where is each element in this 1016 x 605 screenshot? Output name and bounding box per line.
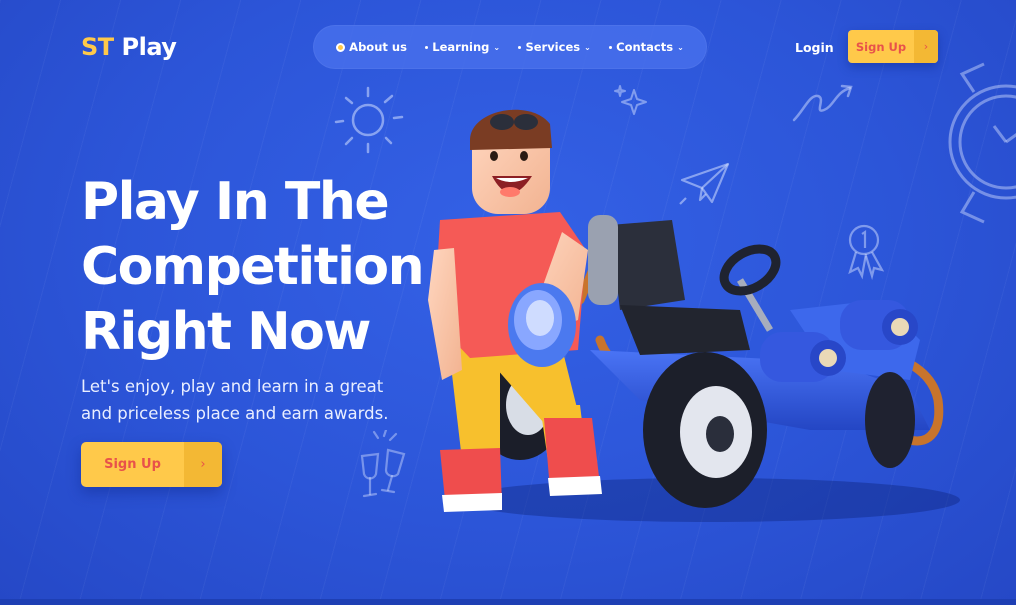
chevron-down-icon: ⌄: [493, 42, 501, 52]
hero-signup-button[interactable]: Sign Up ›: [81, 442, 222, 487]
chevron-down-icon: ⌄: [584, 42, 591, 52]
hero-title-line: Play In The: [81, 172, 390, 232]
nav-item-services[interactable]: Services ⌄: [518, 40, 591, 54]
hero-illustration: [428, 109, 960, 522]
hero-title: Play In The Competition Right Now: [81, 170, 425, 365]
sun-doodle-icon: [334, 86, 404, 154]
logo[interactable]: ST Play: [81, 33, 177, 61]
nav-item-label: About us: [349, 40, 407, 54]
hero-title-line: Competition: [81, 237, 425, 297]
bullet-icon: [425, 45, 429, 49]
chevron-right-icon: ›: [184, 442, 222, 487]
cta-label: Sign Up: [104, 457, 161, 472]
nav-item-label: Learning: [432, 40, 490, 54]
nav-item-learning[interactable]: Learning ⌄: [425, 40, 500, 54]
nav-item-about-us[interactable]: About us: [336, 40, 407, 54]
nav-item-label: Contacts: [616, 40, 674, 54]
logo-secondary: Play: [121, 33, 177, 61]
nav-item-contacts[interactable]: Contacts ⌄: [609, 40, 684, 54]
chevron-right-icon: ›: [914, 30, 938, 63]
hero-subtitle-line: and priceless place and earn awards.: [81, 404, 389, 423]
hero-subtitle: Let's enjoy, play and learn in a great a…: [81, 373, 411, 427]
bottom-strip: [0, 599, 1016, 605]
chevron-down-icon: ⌄: [677, 42, 684, 52]
signup-label: Sign Up: [855, 39, 907, 54]
hero-subtitle-line: Let's enjoy, play and learn in a great: [81, 377, 384, 396]
nav-item-label: Services: [525, 40, 581, 54]
bullet-icon: [609, 45, 613, 49]
main-nav: About us Learning ⌄ Services ⌄ Contacts …: [313, 25, 707, 69]
bullet-icon: [518, 45, 522, 49]
login-link[interactable]: Login: [795, 40, 834, 55]
logo-primary: ST: [81, 33, 114, 61]
active-indicator-icon: [336, 42, 346, 52]
header-signup-button[interactable]: Sign Up ›: [848, 30, 938, 63]
hero-title-line: Right Now: [81, 302, 371, 362]
